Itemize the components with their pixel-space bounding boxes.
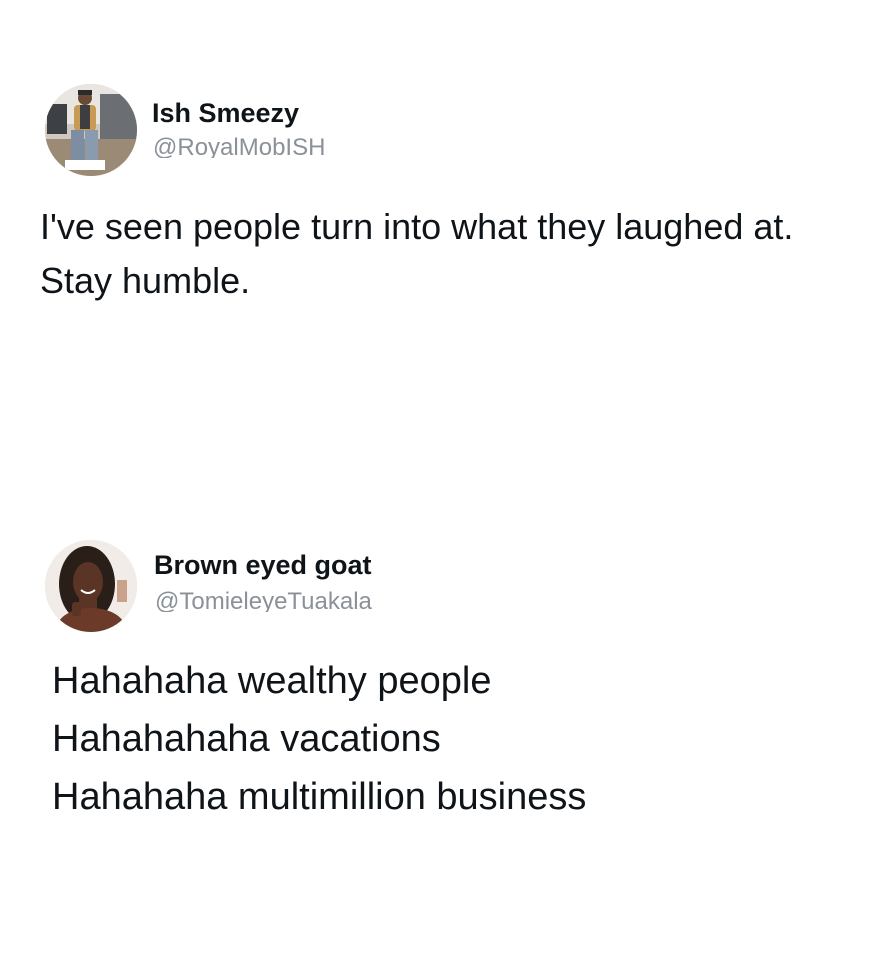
- handle[interactable]: @TomieleyeTuakala: [155, 588, 430, 612]
- tweet-text: Hahahaha wealthy people Hahahahaha vacat…: [52, 652, 586, 826]
- tweet-text-line: Hahahaha multimillion business: [52, 776, 587, 818]
- display-name[interactable]: Ish Smeezy: [152, 98, 299, 129]
- display-name[interactable]: Brown eyed goat: [154, 550, 372, 581]
- avatar[interactable]: [45, 84, 137, 176]
- user-photo-icon: [45, 540, 137, 632]
- tweet-text-line: I've seen people turn into what they lau…: [40, 206, 794, 247]
- tweet-text-line: Stay humble.: [40, 260, 251, 301]
- tweet-text-line: Hahahaha wealthy people: [52, 660, 492, 702]
- handle-text: @TomieleyeTuakala: [155, 588, 372, 612]
- avatar[interactable]: [45, 540, 137, 632]
- tweet-text: I've seen people turn into what they lau…: [40, 200, 793, 308]
- tweet-text-line: Hahahahaha vacations: [52, 718, 441, 760]
- handle-text: @RoyalMobISH: [153, 134, 326, 158]
- user-photo-icon: [45, 84, 137, 176]
- handle[interactable]: @RoyalMobISH: [153, 134, 413, 158]
